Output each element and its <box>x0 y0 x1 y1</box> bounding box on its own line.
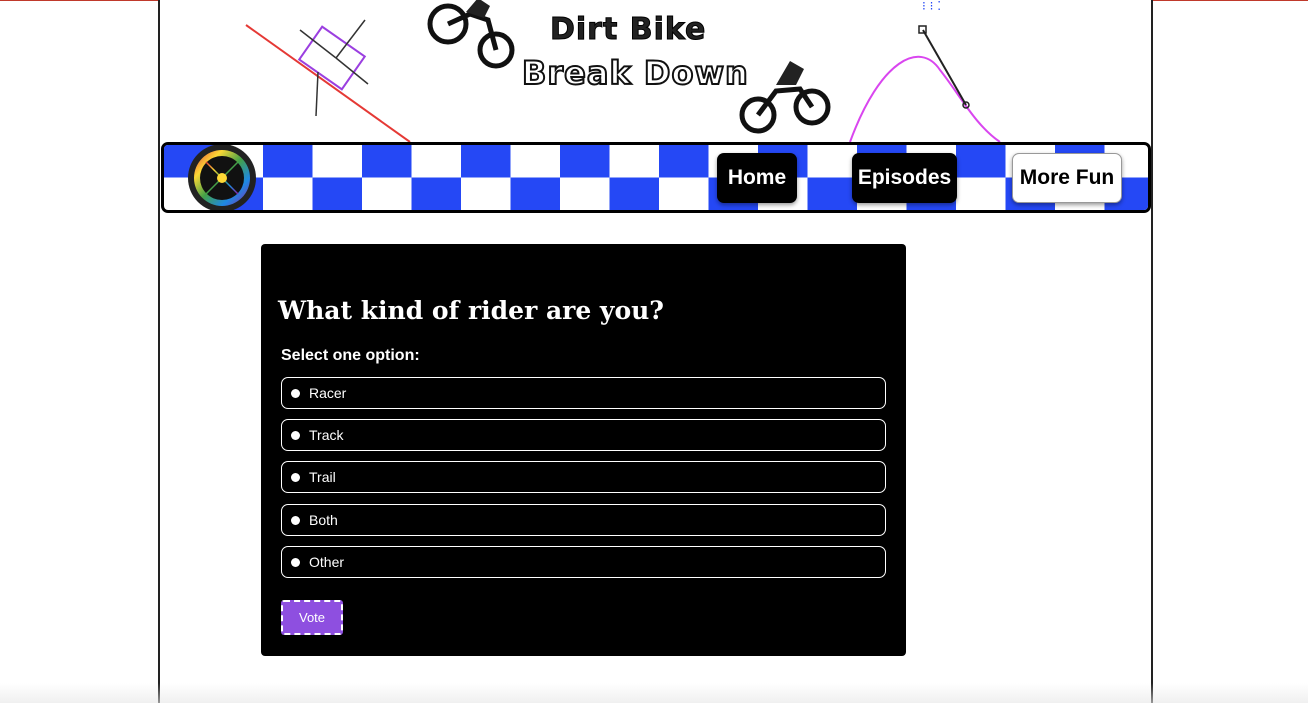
checker-square <box>609 177 659 210</box>
checker-square <box>461 145 511 178</box>
pendulum-string <box>922 29 967 106</box>
checkered-flag-pattern <box>164 145 1148 210</box>
checker-square <box>659 145 709 178</box>
header-banner: ⁝ ⁝ ⁚ Dirt Bike Break Down <box>160 0 1151 142</box>
checker-square <box>362 145 412 178</box>
poll-heading: What kind of rider are you? <box>278 296 664 325</box>
wave-curve <box>849 55 1001 142</box>
checker-square <box>312 177 362 210</box>
site-title-line2: Break Down <box>521 53 749 93</box>
poll-card: What kind of rider are you? Select one o… <box>261 244 906 656</box>
radio-icon[interactable] <box>291 388 300 398</box>
radio-icon[interactable] <box>291 472 300 482</box>
force-arrow-right <box>335 57 369 85</box>
poll-option-trail[interactable]: Trail <box>281 461 886 493</box>
dirt-bike-rider-icon <box>427 0 515 69</box>
poll-option-other[interactable]: Other <box>281 546 886 578</box>
poll-option-track[interactable]: Track <box>281 419 886 451</box>
radio-icon[interactable] <box>291 515 300 525</box>
block-on-incline-icon <box>297 25 367 91</box>
checker-square <box>956 145 1006 178</box>
poll-option-racer[interactable]: Racer <box>281 377 886 409</box>
wheel-logo-icon[interactable] <box>184 142 260 213</box>
nav-episodes-button[interactable]: Episodes <box>852 153 957 203</box>
checker-square <box>560 145 610 178</box>
checker-square <box>807 177 857 210</box>
dirt-bike-rider-icon <box>739 61 831 134</box>
option-label: Racer <box>309 385 347 401</box>
poll-option-both[interactable]: Both <box>281 504 886 536</box>
nav-more-fun-button[interactable]: More Fun <box>1012 153 1122 203</box>
main-nav: Home Episodes More Fun <box>161 142 1151 213</box>
option-label: Both <box>309 512 338 528</box>
radio-icon[interactable] <box>291 430 300 440</box>
blue-marks-icon: ⁝ ⁝ ⁚ <box>922 0 941 13</box>
vote-button[interactable]: Vote <box>281 600 343 635</box>
option-label: Other <box>309 554 345 570</box>
site-title-line1: Dirt Bike <box>549 12 707 48</box>
incline-line <box>245 24 411 142</box>
checker-square <box>510 177 560 210</box>
radio-icon[interactable] <box>291 557 300 567</box>
nav-home-button[interactable]: Home <box>717 153 797 203</box>
checker-square <box>411 177 461 210</box>
option-label: Trail <box>309 469 336 485</box>
poll-prompt: Select one option: <box>281 347 420 364</box>
checker-square <box>263 145 313 178</box>
force-arrow-down <box>315 71 319 117</box>
option-label: Track <box>309 427 344 443</box>
page-container: ⁝ ⁝ ⁚ Dirt Bike Break Down Home Episodes… <box>158 0 1153 703</box>
bottom-shadow <box>0 683 1308 703</box>
